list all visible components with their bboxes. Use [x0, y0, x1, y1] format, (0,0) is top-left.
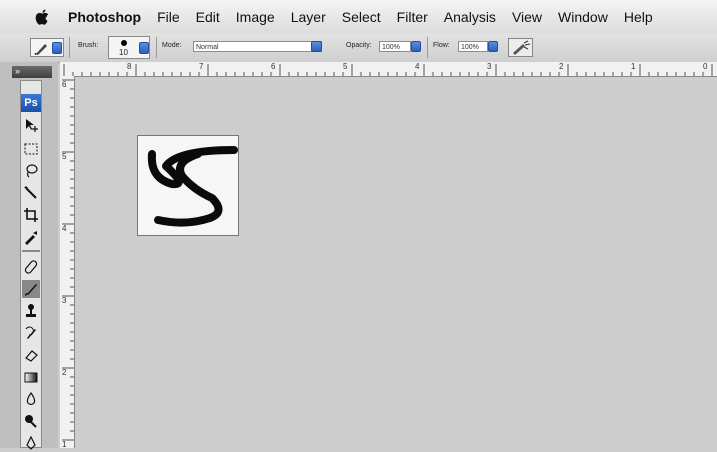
mode-stepper-icon[interactable]	[311, 41, 322, 52]
menu-help[interactable]: Help	[624, 9, 653, 25]
menu-layer[interactable]: Layer	[291, 9, 326, 25]
menu-select[interactable]: Select	[342, 9, 381, 25]
ruler-ticks	[62, 79, 74, 441]
eyedropper-tool-icon[interactable]	[22, 228, 40, 246]
ruler-label: 6	[62, 80, 67, 89]
crop-tool-icon[interactable]	[22, 206, 40, 224]
tools-panel-header[interactable]: »	[12, 66, 52, 78]
airbrush-icon	[513, 40, 531, 55]
ruler-label: 7	[199, 62, 204, 71]
marquee-tool-icon[interactable]	[22, 140, 40, 158]
brush-icon	[34, 44, 47, 55]
flow-arrow-icon[interactable]	[488, 41, 498, 52]
menu-analysis[interactable]: Analysis	[444, 9, 496, 25]
divider	[427, 37, 428, 58]
menu-image[interactable]: Image	[236, 9, 275, 25]
document-canvas[interactable]	[137, 135, 239, 236]
lasso-tool-icon[interactable]	[22, 162, 40, 180]
brush-stroke-drawing	[147, 146, 238, 227]
eraser-tool-icon[interactable]	[22, 346, 40, 364]
ruler-label: 0	[703, 62, 708, 71]
ruler-label: 3	[487, 62, 492, 71]
apple-icon[interactable]	[30, 8, 56, 26]
gradient-tool-icon[interactable]	[22, 368, 40, 386]
ruler-label: 2	[62, 368, 67, 377]
ruler-label: 5	[343, 62, 348, 71]
pen-tool-icon[interactable]	[22, 434, 40, 452]
menu-bar: Photoshop File Edit Image Layer Select F…	[0, 0, 717, 34]
magic-wand-tool-icon[interactable]	[22, 184, 40, 202]
menu-edit[interactable]: Edit	[196, 9, 220, 25]
mode-select[interactable]: Normal	[193, 41, 322, 52]
ruler-label: 2	[559, 62, 564, 71]
blur-tool-icon[interactable]	[22, 390, 40, 408]
ruler-label: 8	[127, 62, 132, 71]
clone-stamp-tool-icon[interactable]	[22, 302, 40, 320]
flow-label: Flow:	[433, 42, 450, 49]
brush-arrow-icon	[139, 42, 149, 54]
brush-picker[interactable]: 10	[108, 36, 150, 59]
menu-view[interactable]: View	[512, 9, 542, 25]
vertical-ruler: 6 5 4 3 2 1	[60, 76, 75, 449]
tool-divider	[22, 250, 40, 252]
opacity-field[interactable]: 100%	[379, 41, 411, 52]
horizontal-ruler: 8 7 6 5 4 3 2 1 0	[60, 62, 717, 77]
preset-arrow-icon	[52, 42, 62, 54]
ruler-label: 4	[62, 224, 67, 233]
opacity-label: Opacity:	[346, 42, 372, 49]
brush-label: Brush:	[78, 42, 99, 49]
divider	[69, 37, 70, 58]
mode-label: Mode:	[162, 42, 182, 49]
dodge-tool-icon[interactable]	[22, 412, 40, 430]
ruler-ticks	[63, 64, 713, 76]
flow-field[interactable]: 100%	[458, 41, 488, 52]
ruler-label: 1	[631, 62, 636, 71]
brush-size: 10	[119, 48, 128, 57]
opacity-arrow-icon[interactable]	[411, 41, 421, 52]
airbrush-button[interactable]	[508, 38, 533, 57]
ruler-label: 4	[415, 62, 420, 71]
menu-window[interactable]: Window	[558, 9, 608, 25]
ruler-label: 3	[62, 296, 67, 305]
ps-logo[interactable]: Ps	[21, 94, 41, 112]
divider	[156, 37, 157, 58]
ruler-label: 6	[271, 62, 276, 71]
healing-brush-tool-icon[interactable]	[22, 258, 40, 276]
tool-preset-picker[interactable]	[30, 38, 64, 57]
brush-tool-icon[interactable]	[22, 280, 40, 298]
brush-tip-icon	[121, 40, 127, 46]
options-bar: Brush: 10 Mode: Normal Opacity: 100% Flo…	[0, 33, 717, 63]
menu-photoshop[interactable]: Photoshop	[68, 9, 141, 25]
move-tool-icon[interactable]	[22, 116, 40, 134]
history-brush-tool-icon[interactable]	[22, 324, 40, 342]
ruler-label: 5	[62, 152, 67, 161]
menu-file[interactable]: File	[157, 9, 180, 25]
menu-filter[interactable]: Filter	[397, 9, 428, 25]
collapse-icon[interactable]: »	[15, 66, 20, 76]
